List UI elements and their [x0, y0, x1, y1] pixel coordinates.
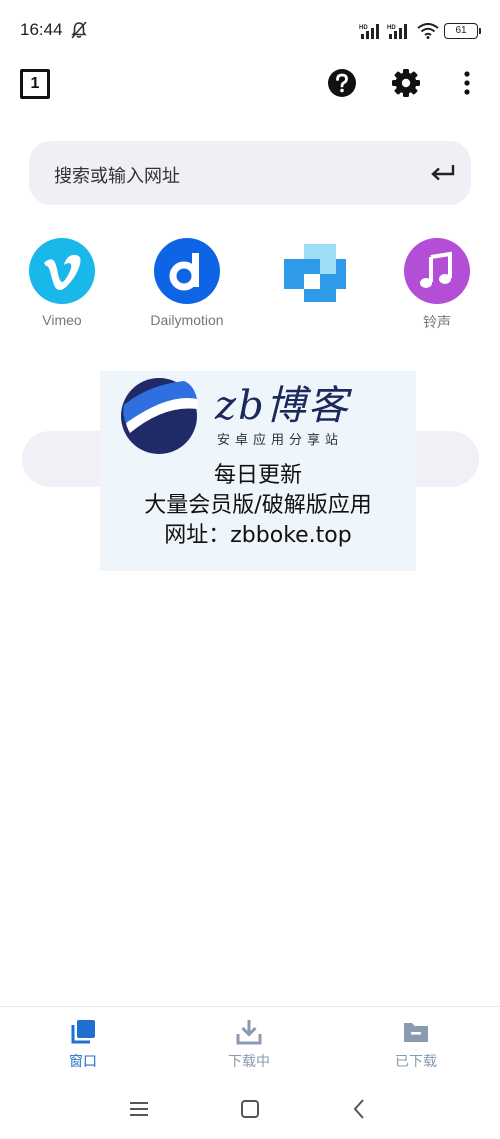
svg-text:HD: HD	[359, 25, 368, 31]
music-note-icon	[404, 238, 470, 304]
bottom-nav: 窗口 下载中 已下载	[0, 1006, 500, 1081]
status-bar: 16:44 HD HD 61	[0, 0, 500, 62]
mute-icon	[71, 21, 87, 39]
folder-icon	[404, 1023, 428, 1042]
nav-label: 下载中	[228, 1054, 270, 1070]
help-icon[interactable]	[327, 68, 357, 98]
tab-count-button[interactable]: 1	[20, 69, 50, 99]
vimeo-icon	[29, 238, 95, 304]
watermark-url: 网址：zbboke.top	[164, 523, 352, 548]
watermark-banner: zb博客 安卓应用分享站 每日更新 大量会员版/破解版应用 网址：zbboke.…	[100, 371, 416, 571]
enter-icon[interactable]	[429, 161, 457, 185]
nav-downloading[interactable]: 下载中	[199, 1019, 299, 1071]
home-icon[interactable]	[238, 1097, 262, 1121]
shortcut-label: 铃声	[423, 314, 451, 330]
menu-icon[interactable]	[127, 1097, 151, 1121]
svg-text:HD: HD	[387, 25, 396, 31]
brand-logo-icon	[121, 378, 198, 454]
nav-label: 已下载	[395, 1054, 437, 1070]
status-time: 16:44	[20, 20, 63, 39]
watermark-brand: zb博客	[215, 383, 350, 429]
blocks-icon	[277, 238, 346, 304]
gear-icon[interactable]	[391, 68, 421, 98]
battery-icon: 61	[444, 23, 481, 39]
search-placeholder: 搜索或输入网址	[54, 166, 180, 187]
download-icon	[236, 1020, 262, 1045]
dailymotion-icon	[154, 238, 220, 304]
shortcut-label: Vimeo	[42, 312, 82, 328]
shortcut-vimeo[interactable]: Vimeo	[12, 236, 112, 328]
system-nav-bar	[0, 1085, 500, 1139]
nav-label: 窗口	[69, 1054, 97, 1070]
nav-downloaded[interactable]: 已下载	[366, 1019, 466, 1071]
shortcut-label: Dailymotion	[150, 312, 224, 328]
watermark-line: 大量会员版/破解版应用	[144, 493, 372, 518]
windows-icon	[71, 1020, 95, 1044]
shortcut-grid: Vimeo Dailymotion 铃声	[0, 236, 500, 336]
signal-icon: HD	[359, 24, 379, 39]
nav-windows[interactable]: 窗口	[33, 1019, 133, 1071]
wifi-icon	[417, 23, 439, 39]
more-vert-icon[interactable]	[452, 68, 482, 98]
back-icon[interactable]	[348, 1097, 372, 1121]
search-input[interactable]: 搜索或输入网址	[29, 141, 471, 205]
shortcut-dailymotion[interactable]: Dailymotion	[137, 236, 237, 328]
shortcut-blocks[interactable]	[260, 236, 360, 312]
watermark-line: 每日更新	[213, 463, 302, 488]
signal-icon: HD	[387, 24, 407, 39]
shortcut-ringtone[interactable]: 铃声	[387, 236, 487, 332]
watermark-subtitle: 安卓应用分享站	[217, 433, 344, 448]
